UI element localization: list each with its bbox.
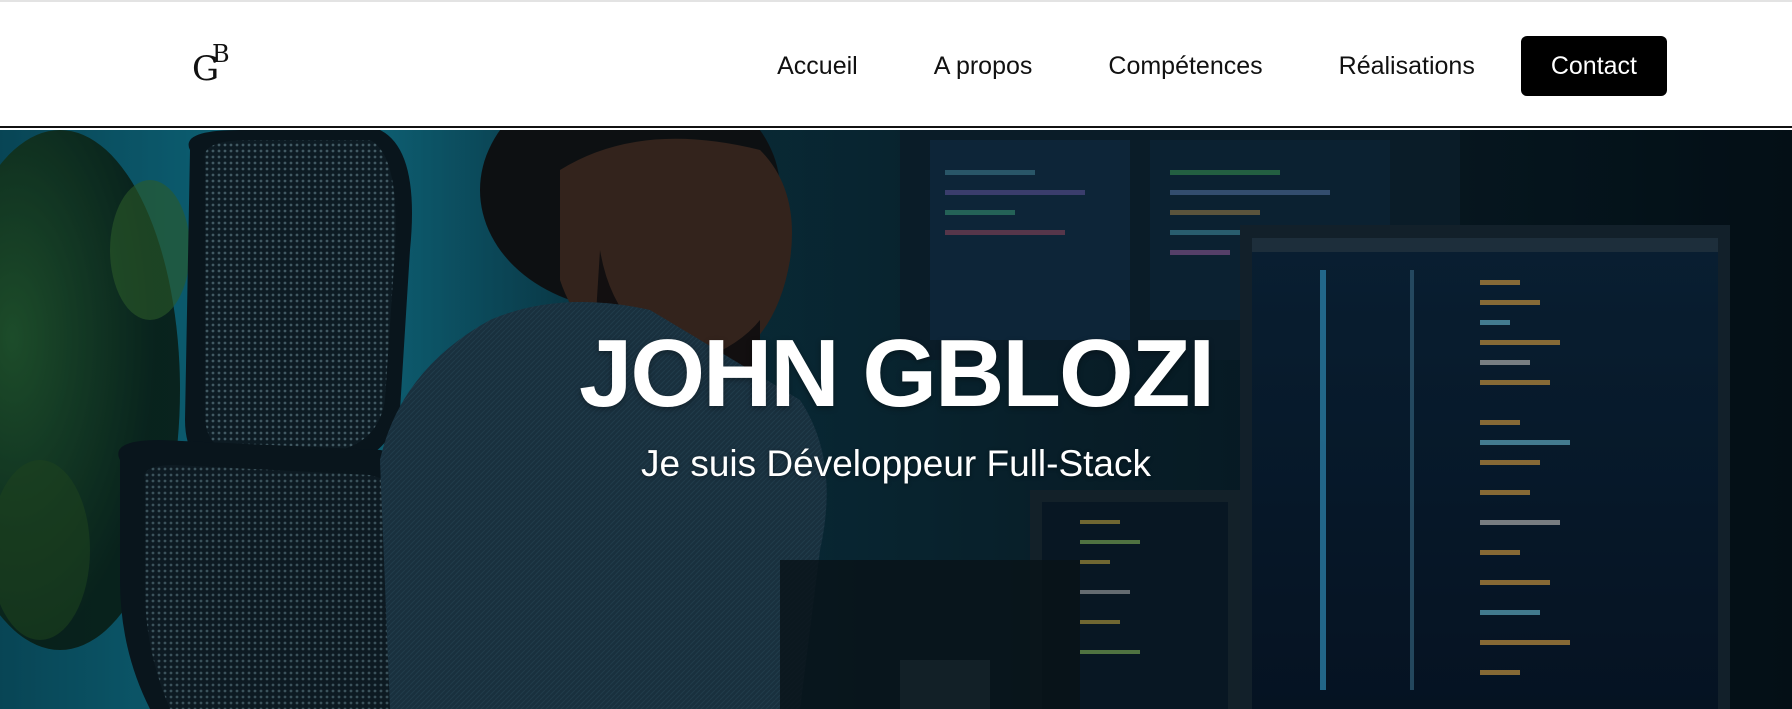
site-logo[interactable]: G B xyxy=(192,42,236,88)
nav-link-accueil[interactable]: Accueil xyxy=(777,52,858,81)
hero-content: JOHN GBLOZI Je suis Développeur Full-Sta… xyxy=(0,326,1792,484)
hero-title: JOHN GBLOZI xyxy=(578,320,1215,427)
navbar: G B Accueil A propos Compétences Réalisa… xyxy=(0,2,1792,128)
nav-link-competences[interactable]: Compétences xyxy=(1108,52,1262,81)
nav-link-a-propos[interactable]: A propos xyxy=(934,52,1033,81)
nav-link-realisations[interactable]: Réalisations xyxy=(1339,52,1475,81)
hero-section: JOHN GBLOZI Je suis Développeur Full-Sta… xyxy=(0,130,1792,709)
logo-letter-b: B xyxy=(212,40,230,68)
main-nav: Accueil A propos Compétences Réalisation… xyxy=(777,36,1667,96)
contact-button[interactable]: Contact xyxy=(1520,36,1667,96)
hero-subtitle: Je suis Développeur Full-Stack xyxy=(641,443,1151,484)
